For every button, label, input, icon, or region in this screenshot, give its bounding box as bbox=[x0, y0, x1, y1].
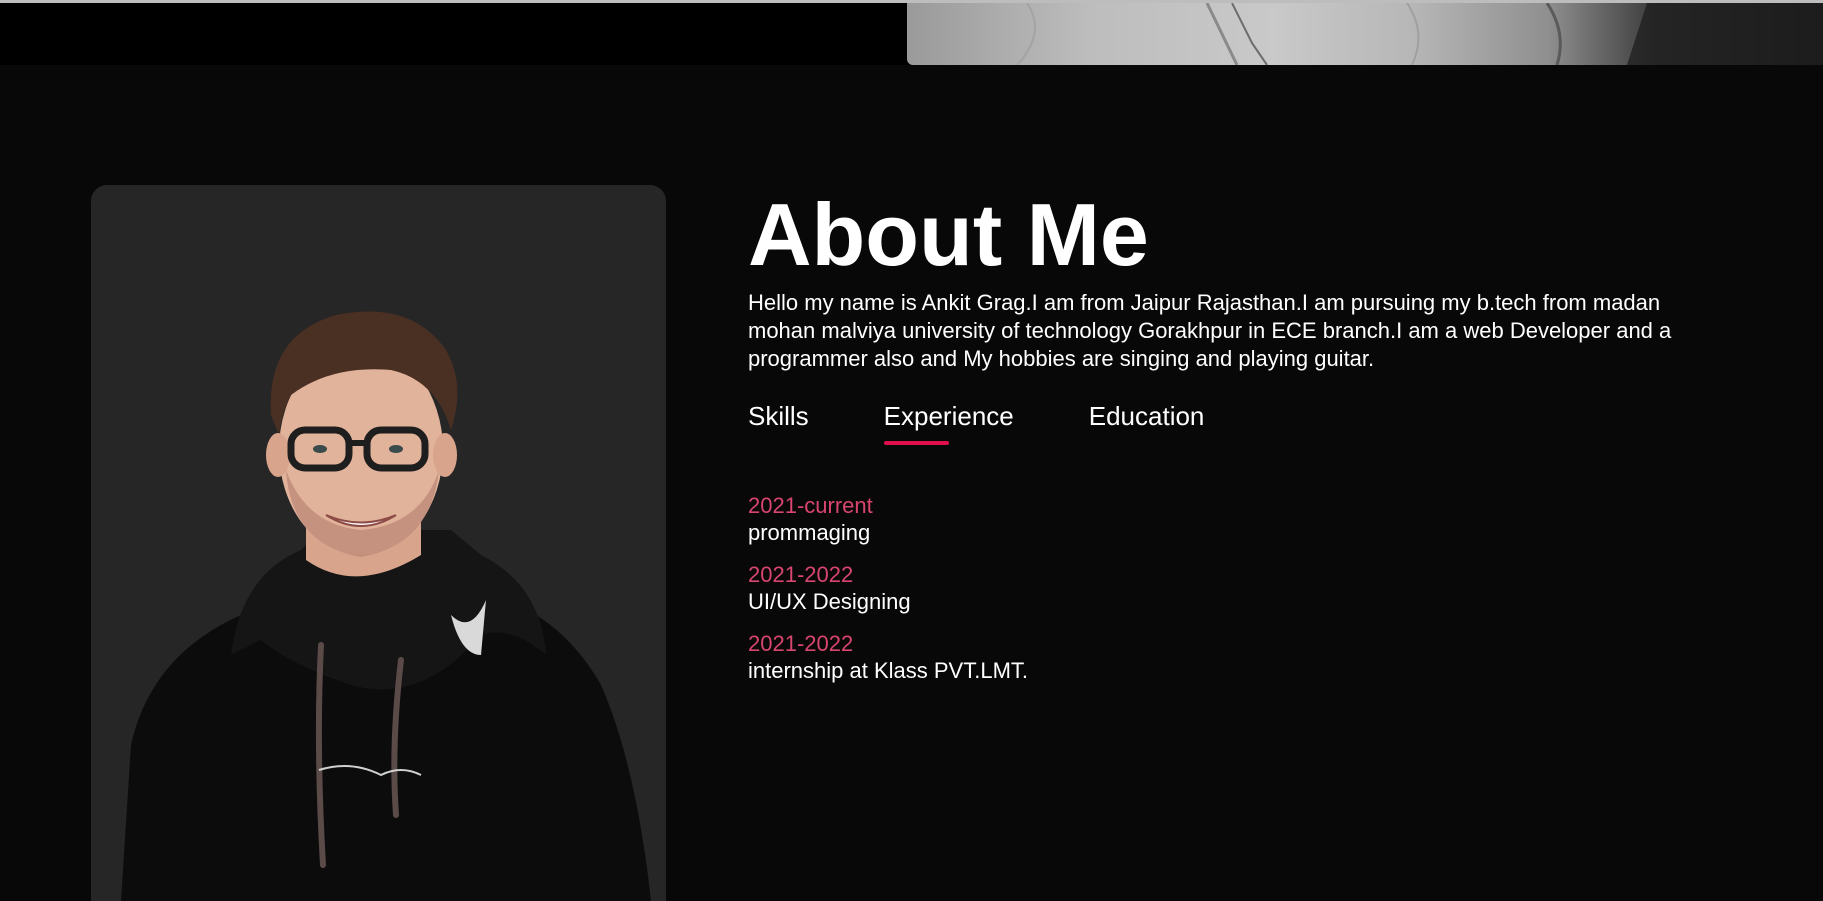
about-section: About Me Hello my name is Ankit Grag.I a… bbox=[0, 65, 1823, 901]
experience-year: 2021-2022 bbox=[748, 631, 854, 656]
about-title: About Me bbox=[748, 185, 1149, 284]
about-tabs: Skills Experience Education bbox=[748, 399, 1678, 449]
profile-photo-card bbox=[91, 185, 666, 901]
experience-year: 2021-2022 bbox=[748, 562, 854, 587]
experience-year: 2021-current bbox=[748, 493, 873, 518]
experience-item: 2021-2022 UI/UX Designing bbox=[748, 561, 1678, 615]
profile-photo bbox=[121, 311, 651, 901]
experience-item: 2021-2022 internship at Klass PVT.LMT. bbox=[748, 630, 1678, 684]
about-content: About Me Hello my name is Ankit Grag.I a… bbox=[748, 185, 1678, 699]
hero-photo bbox=[907, 3, 1823, 65]
hero-strip bbox=[0, 0, 1823, 65]
tab-education[interactable]: Education bbox=[1089, 399, 1205, 449]
experience-item: 2021-current prommaging bbox=[748, 492, 1678, 546]
about-description: Hello my name is Ankit Grag.I am from Ja… bbox=[748, 290, 1672, 371]
experience-role: UI/UX Designing bbox=[748, 589, 911, 614]
tab-experience[interactable]: Experience bbox=[883, 399, 1014, 449]
experience-role: internship at Klass PVT.LMT. bbox=[748, 658, 1029, 683]
tab-skills[interactable]: Skills bbox=[748, 399, 809, 449]
experience-role: prommaging bbox=[748, 520, 871, 545]
experience-list: 2021-current prommaging 2021-2022 UI/UX … bbox=[748, 492, 1678, 684]
